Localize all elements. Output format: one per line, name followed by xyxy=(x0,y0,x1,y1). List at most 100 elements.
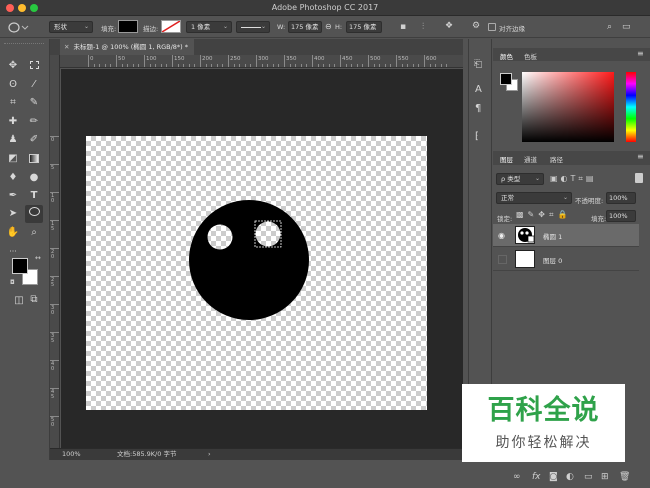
width-label: W: xyxy=(277,23,286,31)
close-icon[interactable]: ✕ xyxy=(64,43,69,51)
ruler-minor-tick xyxy=(261,64,263,67)
ruler-minor-tick xyxy=(121,64,123,67)
foreground-color-swatch[interactable] xyxy=(12,258,28,274)
link-icon[interactable]: ⊖ xyxy=(325,22,332,32)
mask-icon[interactable]: ◙ xyxy=(549,472,558,482)
ruler-minor-tick xyxy=(222,64,224,67)
opacity-value: 100% xyxy=(609,194,628,202)
ellipse-shape[interactable] xyxy=(189,200,309,320)
width-input[interactable]: 175 像素 xyxy=(288,21,322,33)
layer-row[interactable]: 图层 0 xyxy=(493,248,639,271)
path-ops-icon[interactable]: ▪ xyxy=(400,22,406,32)
zoom-tool-icon[interactable]: ⌕ xyxy=(27,226,41,240)
hand-tool-icon[interactable]: ✋ xyxy=(6,226,20,240)
zoom-level[interactable]: 100% xyxy=(62,449,81,460)
stroke-type-select[interactable]: ⌄ xyxy=(236,21,270,33)
ruler-minor-tick xyxy=(216,64,218,67)
chevron-down-icon: ⌄ xyxy=(534,175,540,182)
paragraph-panel-icon[interactable]: ¶ xyxy=(475,103,481,114)
stroke-label: 描边: xyxy=(143,25,159,33)
history-brush-tool-icon[interactable]: ✐ xyxy=(27,133,41,147)
ruler-label: 550 xyxy=(398,56,409,62)
swap-colors-icon[interactable]: ↔ xyxy=(35,254,41,262)
more-tools-icon[interactable]: ··· xyxy=(6,245,20,259)
visibility-toggle[interactable] xyxy=(498,255,507,264)
status-menu-arrow[interactable]: › xyxy=(208,449,211,460)
align-edges-checkbox[interactable] xyxy=(488,23,496,31)
opacity-input[interactable]: 100% xyxy=(606,192,636,204)
panel-menu-icon[interactable]: ≡ xyxy=(637,49,644,58)
marquee-tool-icon[interactable] xyxy=(27,59,41,73)
color-panel-foreground[interactable] xyxy=(500,73,512,85)
tab-layers[interactable]: 图层 xyxy=(500,154,513,164)
gradient-tool-icon[interactable] xyxy=(27,152,41,166)
blur-tool-icon[interactable]: ♦ xyxy=(6,171,20,185)
tool-preset-picker[interactable] xyxy=(8,22,30,33)
height-input[interactable]: 175 像素 xyxy=(346,21,382,33)
ruler-minor-tick xyxy=(250,64,252,67)
fill-swatch[interactable] xyxy=(118,20,138,33)
link-layers-icon[interactable]: ∞ xyxy=(513,472,521,482)
new-layer-icon[interactable]: ⊞ xyxy=(601,472,609,482)
eraser-tool-icon[interactable]: ◩ xyxy=(6,152,20,166)
ruler-minor-tick xyxy=(306,64,308,67)
path-arrange-icon[interactable]: ❖ xyxy=(445,21,453,31)
fill-input[interactable]: 100% xyxy=(606,210,636,222)
watermark-subtitle: 助你轻松解决 xyxy=(495,435,592,451)
glyphs-panel-icon[interactable]: ⁅ xyxy=(475,131,479,142)
pen-tool-icon[interactable]: ✒ xyxy=(6,189,20,203)
ellipse-tool-icon[interactable] xyxy=(25,205,43,223)
lock-icons[interactable]: ▩✎✥⌗🔒 xyxy=(516,210,571,220)
default-colors-icon[interactable]: ◘ xyxy=(10,279,15,286)
blend-mode-select[interactable]: 正常 ⌄ xyxy=(496,192,572,204)
move-tool-icon[interactable]: ✥ xyxy=(6,59,20,73)
ruler-minor-tick xyxy=(429,64,431,67)
tab-swatches[interactable]: 色板 xyxy=(524,51,537,61)
tab-paths[interactable]: 路径 xyxy=(550,154,563,164)
tool-mode-select[interactable]: 形状 ⌄ xyxy=(49,21,93,33)
lasso-tool-icon[interactable]: ʘ xyxy=(6,78,20,92)
filter-toggle[interactable] xyxy=(635,173,643,183)
eye-icon[interactable]: ◉ xyxy=(498,231,505,240)
tab-channels[interactable]: 通道 xyxy=(524,154,537,164)
document-canvas[interactable] xyxy=(86,136,427,410)
brush-tool-icon[interactable]: ✏ xyxy=(27,115,41,129)
healing-tool-icon[interactable]: ✚ xyxy=(6,115,20,129)
ruler-minor-tick xyxy=(155,64,157,67)
adjustment-icon[interactable]: ◐ xyxy=(566,472,574,482)
eyedropper-tool-icon[interactable]: ✎ xyxy=(27,96,41,110)
magic-wand-tool-icon[interactable]: ⁄ xyxy=(27,78,41,92)
panel-menu-icon[interactable]: ≡ xyxy=(637,152,644,161)
ruler-minor-tick xyxy=(356,64,358,67)
type-tool-icon[interactable]: T xyxy=(27,189,41,203)
quick-mask-icon[interactable]: ◫ xyxy=(12,294,26,308)
trash-icon[interactable]: 🗑 xyxy=(619,472,630,482)
character-panel-icon[interactable]: A xyxy=(475,84,482,95)
screen-mode-icon[interactable]: ⧉ xyxy=(27,293,41,307)
stamp-tool-icon[interactable]: ♟ xyxy=(6,133,20,147)
ruler-label: 100 xyxy=(146,56,157,62)
ruler-label: 50 xyxy=(118,56,125,62)
path-select-tool-icon[interactable]: ➤ xyxy=(6,207,20,221)
document-tab[interactable]: ✕ 未标题-1 @ 100% (椭圆 1, RGB/8*) * xyxy=(60,39,195,55)
ruler-label: 350 xyxy=(286,56,297,62)
fx-icon[interactable]: fx xyxy=(532,472,541,482)
hue-slider[interactable] xyxy=(626,72,636,142)
tab-color[interactable]: 颜色 xyxy=(500,51,513,61)
stroke-width-select[interactable]: 1 像素 ⌄ xyxy=(186,21,232,33)
group-icon[interactable]: ▭ xyxy=(584,472,593,482)
layer-filter-select[interactable]: ρ 类型 ⌄ xyxy=(496,173,544,185)
ruler-label: 3 5 xyxy=(51,333,55,344)
history-panel-icon[interactable]: ⎗ xyxy=(474,59,482,70)
layer-filter-icons[interactable]: ▣◐T⌗▤ xyxy=(550,174,597,184)
search-icon[interactable]: ⌕ xyxy=(607,22,612,32)
gear-icon[interactable]: ⚙ xyxy=(472,21,480,31)
crop-tool-icon[interactable]: ⌗ xyxy=(6,96,20,110)
document-info[interactable]: 文档:585.9K/0 字节 xyxy=(117,449,176,460)
path-align-icon[interactable]: ⫶ xyxy=(422,22,424,32)
color-field[interactable] xyxy=(522,72,614,142)
workspace-icon[interactable]: ▭ xyxy=(622,22,631,32)
layer-row[interactable]: ◉ 椭圆 1 xyxy=(493,224,639,247)
stroke-swatch[interactable] xyxy=(161,20,181,33)
dodge-tool-icon[interactable]: ● xyxy=(27,171,41,185)
